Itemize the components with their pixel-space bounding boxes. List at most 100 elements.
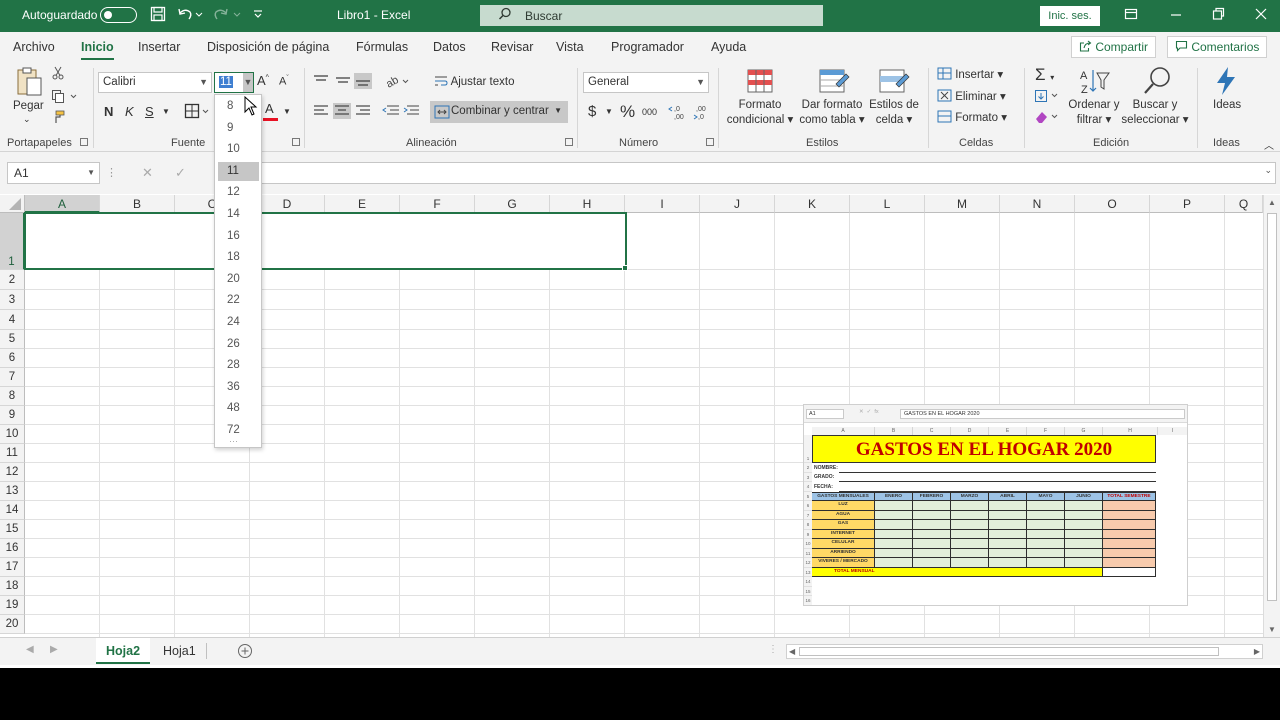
row-header-4[interactable]: 4 <box>0 310 25 330</box>
row-header-11[interactable]: 11 <box>0 444 25 463</box>
column-header-g[interactable]: G <box>475 195 550 213</box>
font-size-box[interactable]: 11 ▼ <box>214 72 254 93</box>
format-cells-button[interactable]: Formato ▾ <box>937 110 1007 124</box>
underline-chevron-icon[interactable]: ▼ <box>162 107 170 116</box>
row-header-6[interactable]: 6 <box>0 349 25 368</box>
expand-formula-icon[interactable]: ⌄ <box>1264 165 1272 176</box>
increase-decimal-icon[interactable]: ,0,00,00,0 <box>668 103 712 124</box>
font-size-option-26[interactable]: 26 <box>218 335 259 354</box>
orientation-icon[interactable]: ab <box>384 73 411 92</box>
font-size-option-12[interactable]: 12 <box>218 183 259 202</box>
column-header-e[interactable]: E <box>325 195 400 213</box>
tab-ayuda[interactable]: Ayuda <box>711 40 746 54</box>
tab-inicio[interactable]: Inicio <box>81 40 114 60</box>
cell-styles-label[interactable]: Estilos de celda ▾ <box>866 98 922 128</box>
copy-icon[interactable] <box>51 89 77 106</box>
font-color-chevron-icon[interactable]: ▼ <box>283 107 291 116</box>
name-box[interactable]: A1 ▼ <box>7 162 100 184</box>
tab-formulas[interactable]: Fórmulas <box>356 40 408 54</box>
format-table-label[interactable]: Dar formato como tabla ▾ <box>797 98 867 128</box>
column-header-h[interactable]: H <box>550 195 625 213</box>
tab-vista[interactable]: Vista <box>556 40 584 54</box>
fill-handle[interactable] <box>622 265 628 271</box>
scroll-up-icon[interactable]: ▲ <box>1268 198 1276 207</box>
collapse-ribbon-icon[interactable]: ︿ <box>1264 137 1274 152</box>
row-header-10[interactable]: 10 <box>0 425 25 444</box>
font-size-option-72[interactable]: 72 <box>218 421 259 440</box>
font-size-option-22[interactable]: 22 <box>218 291 259 310</box>
ideas-label[interactable]: Ideas <box>1213 99 1241 111</box>
column-header-q[interactable]: Q <box>1225 195 1263 213</box>
scroll-right-icon[interactable]: ▶ <box>1254 647 1260 656</box>
selected-cell-a1[interactable] <box>24 212 627 270</box>
row-header-14[interactable]: 14 <box>0 501 25 520</box>
row-header-19[interactable]: 19 <box>0 596 25 615</box>
tab-archivo[interactable]: Archivo <box>13 40 55 54</box>
borders-icon[interactable] <box>184 103 210 122</box>
search-box[interactable]: Buscar <box>480 5 823 26</box>
font-size-option-14[interactable]: 14 <box>218 205 259 224</box>
row-header-16[interactable]: 16 <box>0 539 25 558</box>
font-size-option-10[interactable]: 10 <box>218 140 259 159</box>
conditional-format-icon[interactable] <box>746 68 776 99</box>
format-painter-icon[interactable] <box>51 110 65 127</box>
numero-launcher-icon[interactable] <box>706 138 714 146</box>
confirm-entry-icon[interactable]: ✓ <box>175 165 186 181</box>
vertical-scroll-thumb[interactable] <box>1267 213 1277 601</box>
align-top-icon[interactable] <box>312 73 372 92</box>
font-size-option-36[interactable]: 36 <box>218 378 259 397</box>
row-header-3[interactable]: 3 <box>0 290 25 310</box>
font-color-button[interactable]: A <box>265 101 274 116</box>
font-size-option-11[interactable]: 11 <box>218 161 259 181</box>
column-header-o[interactable]: O <box>1075 195 1150 213</box>
budget-preview-image[interactable]: A1 ✕ ✓ fx GASTOS EN EL HOGAR 2020 ABCDEF… <box>803 404 1188 606</box>
find-select-label[interactable]: Buscar y seleccionar ▾ <box>1120 98 1190 128</box>
sort-filter-label[interactable]: Ordenar y filtrar ▾ <box>1064 98 1124 128</box>
font-size-option-20[interactable]: 20 <box>218 270 259 289</box>
sheet-tab-hoja1[interactable]: Hoja1 <box>153 638 206 664</box>
thousands-button[interactable]: 000 <box>642 107 657 117</box>
column-header-a[interactable]: A <box>25 195 100 213</box>
font-size-option-48[interactable]: 48 <box>218 399 259 418</box>
row-header-13[interactable]: 13 <box>0 482 25 501</box>
scroll-left-icon[interactable]: ◀ <box>789 647 795 656</box>
font-size-option-16[interactable]: 16 <box>218 227 259 246</box>
font-size-option-24[interactable]: 24 <box>218 313 259 332</box>
wrap-text-button[interactable]: Ajustar texto <box>434 74 514 88</box>
delete-cells-button[interactable]: Eliminar ▾ <box>937 89 1006 103</box>
find-select-icon[interactable] <box>1142 66 1172 99</box>
row-header-8[interactable]: 8 <box>0 387 25 406</box>
tab-split-icon[interactable]: ⋮ <box>768 644 778 655</box>
row-header-7[interactable]: 7 <box>0 368 25 387</box>
column-header-l[interactable]: L <box>850 195 925 213</box>
paste-chevron-icon[interactable]: ⌄ <box>23 114 31 125</box>
alineacion-launcher-icon[interactable] <box>565 138 573 146</box>
format-table-icon[interactable] <box>818 68 850 99</box>
fuente-launcher-icon[interactable] <box>292 138 300 146</box>
select-all-corner[interactable] <box>0 195 25 213</box>
underline-button[interactable]: S <box>145 104 154 119</box>
font-size-option-18[interactable]: 18 <box>218 248 259 267</box>
close-icon[interactable] <box>1255 7 1267 24</box>
row-header-1[interactable]: 1 <box>0 213 25 270</box>
font-name-box[interactable]: Calibri ▼ <box>98 72 212 93</box>
merge-center-button[interactable]: Combinar y centrar ▼ <box>430 101 568 123</box>
save-icon[interactable] <box>150 6 166 27</box>
row-header-18[interactable]: 18 <box>0 577 25 596</box>
column-header-m[interactable]: M <box>925 195 1000 213</box>
font-size-option-28[interactable]: 28 <box>218 356 259 375</box>
column-header-p[interactable]: P <box>1150 195 1225 213</box>
grow-font-icon[interactable]: A^ <box>257 73 269 88</box>
font-size-option-9[interactable]: 9 <box>218 119 259 138</box>
minimize-icon[interactable] <box>1170 7 1182 24</box>
column-header-b[interactable]: B <box>100 195 175 213</box>
tab-datos[interactable]: Datos <box>433 40 466 54</box>
column-header-n[interactable]: N <box>1000 195 1075 213</box>
cell-styles-icon[interactable] <box>878 68 910 99</box>
autosum-icon[interactable]: Σ ▾ <box>1035 65 1054 85</box>
sign-in-button[interactable]: Inic. ses. <box>1040 6 1100 26</box>
row-header-9[interactable]: 9 <box>0 406 25 425</box>
bold-button[interactable]: N <box>104 104 113 119</box>
row-header-20[interactable]: 20 <box>0 615 25 634</box>
chevron-down-icon[interactable]: ▼ <box>243 73 253 92</box>
